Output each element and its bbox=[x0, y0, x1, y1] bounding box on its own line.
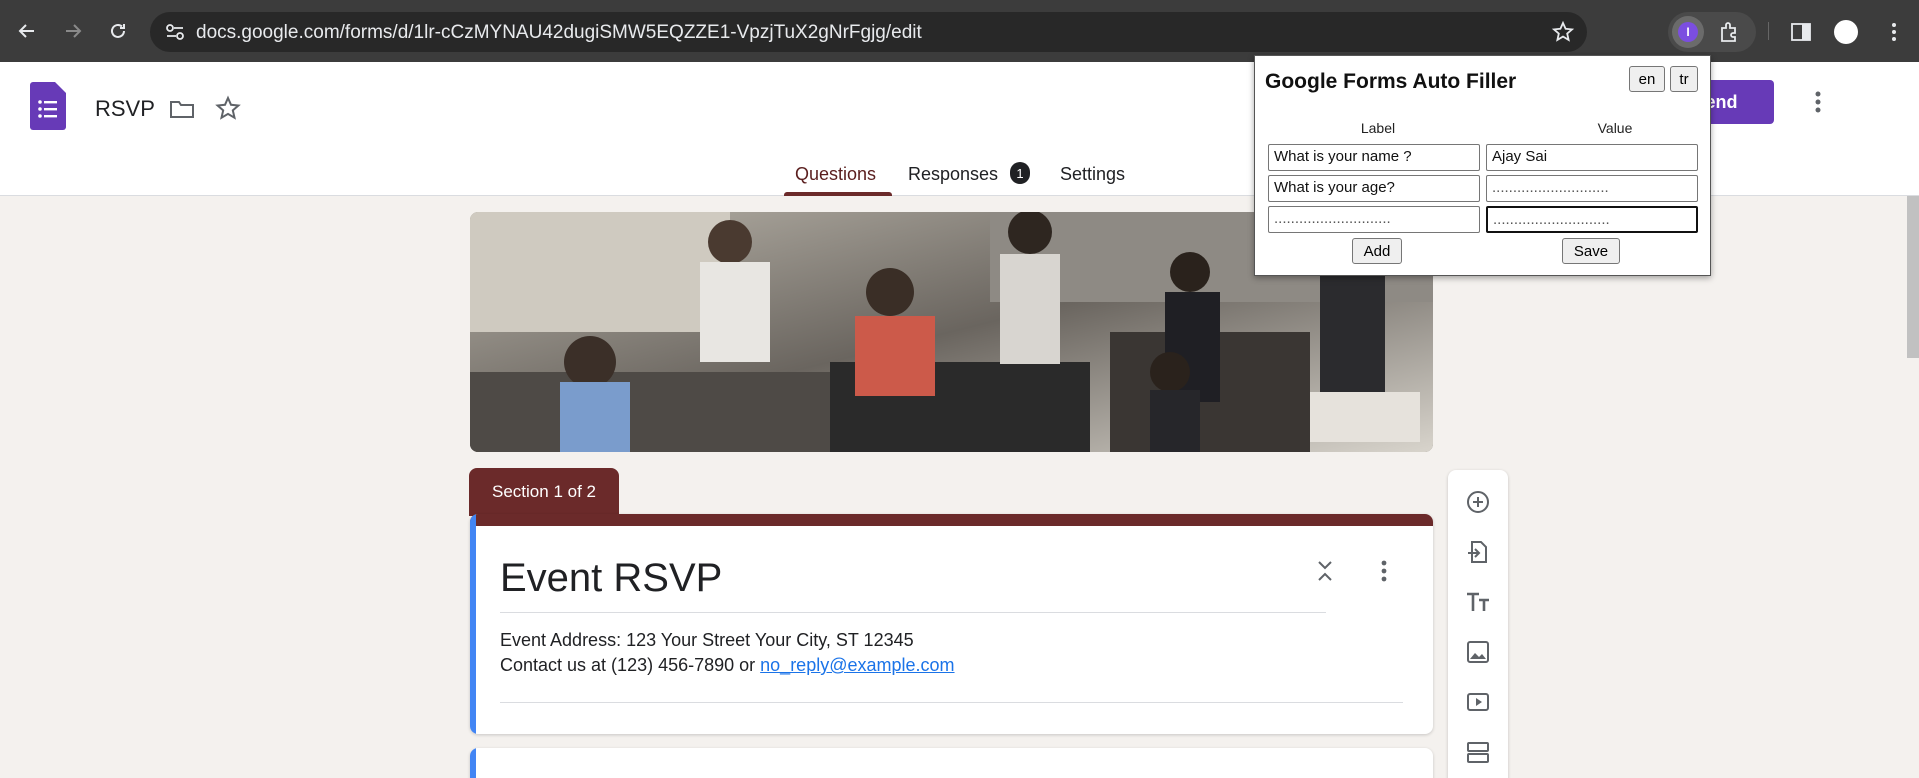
forward-button[interactable] bbox=[57, 15, 89, 47]
tab-responses[interactable]: Responses bbox=[908, 164, 998, 185]
add-video-button[interactable] bbox=[1464, 688, 1492, 716]
value-input-2[interactable]: ............................ bbox=[1486, 175, 1698, 202]
value-input-3[interactable]: ............................ bbox=[1486, 206, 1698, 233]
auto-filler-extension-icon: I bbox=[1678, 22, 1698, 42]
tab-questions[interactable]: Questions bbox=[795, 164, 876, 185]
lang-tr-button[interactable]: tr bbox=[1670, 66, 1698, 92]
auto-filler-popup: Google Forms Auto Filler en tr Label Val… bbox=[1254, 55, 1711, 276]
question-toolbar bbox=[1448, 470, 1508, 778]
label-input-2[interactable]: What is your age? bbox=[1268, 175, 1480, 202]
bookmark-star-icon[interactable] bbox=[1551, 20, 1575, 44]
page-scrollbar[interactable] bbox=[1907, 196, 1919, 358]
image-icon bbox=[1467, 641, 1489, 663]
tab-settings[interactable]: Settings bbox=[1060, 164, 1125, 185]
address-bar[interactable]: docs.google.com/forms/d/1lr-cCzMYNAU42du… bbox=[150, 12, 1587, 52]
active-tab-indicator bbox=[784, 192, 892, 196]
auto-filler-extension-button[interactable]: I bbox=[1672, 16, 1704, 48]
description-address: Event Address: 123 Your Street Your City… bbox=[500, 630, 914, 650]
contact-text: Contact us at (123) 456-7890 or bbox=[500, 655, 761, 675]
title-divider bbox=[500, 612, 1326, 613]
card-theme-bar bbox=[470, 514, 1433, 526]
extensions-group: I bbox=[1668, 12, 1756, 52]
reload-button[interactable] bbox=[102, 15, 134, 47]
toolbar-divider bbox=[1768, 22, 1769, 40]
document-title[interactable]: RSVP bbox=[95, 96, 155, 122]
next-question-card[interactable] bbox=[470, 748, 1433, 778]
arrow-left-icon bbox=[18, 24, 34, 38]
email-link[interactable]: no_reply@example.com bbox=[760, 655, 954, 675]
popup-title: Google Forms Auto Filler bbox=[1265, 70, 1517, 93]
label-input-3[interactable]: ............................ bbox=[1268, 206, 1480, 233]
import-questions-button[interactable] bbox=[1464, 538, 1492, 566]
label-input-1[interactable]: What is your name ? bbox=[1268, 144, 1480, 171]
section-more-icon[interactable] bbox=[1372, 558, 1396, 584]
add-section-button[interactable] bbox=[1464, 738, 1492, 766]
star-icon[interactable] bbox=[214, 95, 242, 123]
lang-en-button[interactable]: en bbox=[1629, 66, 1665, 92]
arrow-right-icon bbox=[66, 24, 82, 38]
add-title-button[interactable] bbox=[1464, 588, 1492, 616]
collapse-section-icon[interactable] bbox=[1313, 558, 1337, 584]
side-panel-icon[interactable] bbox=[1789, 20, 1813, 44]
description-contact: Contact us at (123) 456-7890 or no_reply… bbox=[500, 653, 955, 678]
card-focus-bar bbox=[470, 748, 476, 778]
save-button[interactable]: Save bbox=[1562, 238, 1620, 264]
add-image-button[interactable] bbox=[1464, 638, 1492, 666]
import-icon bbox=[1468, 541, 1487, 563]
label-column-header: Label bbox=[1360, 120, 1396, 136]
section-label: Section 1 of 2 bbox=[469, 468, 619, 516]
description-divider bbox=[500, 702, 1403, 703]
section-icon bbox=[1467, 742, 1489, 763]
title-text-icon bbox=[1467, 592, 1489, 611]
add-question-button[interactable] bbox=[1464, 488, 1492, 516]
browser-toolbar: docs.google.com/forms/d/1lr-cCzMYNAU42du… bbox=[0, 0, 1919, 62]
form-title[interactable]: Event RSVP bbox=[500, 556, 722, 601]
folder-icon[interactable] bbox=[168, 95, 196, 123]
responses-count-badge: 1 bbox=[1010, 162, 1030, 184]
url-text: docs.google.com/forms/d/1lr-cCzMYNAU42du… bbox=[196, 22, 922, 43]
profile-avatar[interactable] bbox=[1834, 20, 1858, 44]
value-input-1[interactable]: Ajay Sai bbox=[1486, 144, 1698, 171]
back-button[interactable] bbox=[11, 15, 43, 47]
video-icon bbox=[1467, 693, 1489, 711]
site-info-icon[interactable] bbox=[164, 22, 186, 42]
more-options-icon[interactable] bbox=[1806, 88, 1830, 116]
card-focus-bar bbox=[470, 514, 476, 734]
browser-menu-icon[interactable] bbox=[1885, 20, 1903, 44]
form-description[interactable]: Event Address: 123 Your Street Your City… bbox=[500, 628, 955, 678]
form-header-card[interactable]: Event RSVP Event Address: 123 Your Stree… bbox=[470, 514, 1433, 734]
value-column-header: Value bbox=[1597, 120, 1633, 136]
add-circle-icon bbox=[1467, 491, 1489, 513]
google-forms-logo-icon[interactable] bbox=[30, 82, 66, 130]
add-button[interactable]: Add bbox=[1352, 238, 1402, 264]
puzzle-icon[interactable] bbox=[1718, 20, 1742, 44]
reload-icon bbox=[111, 23, 125, 38]
